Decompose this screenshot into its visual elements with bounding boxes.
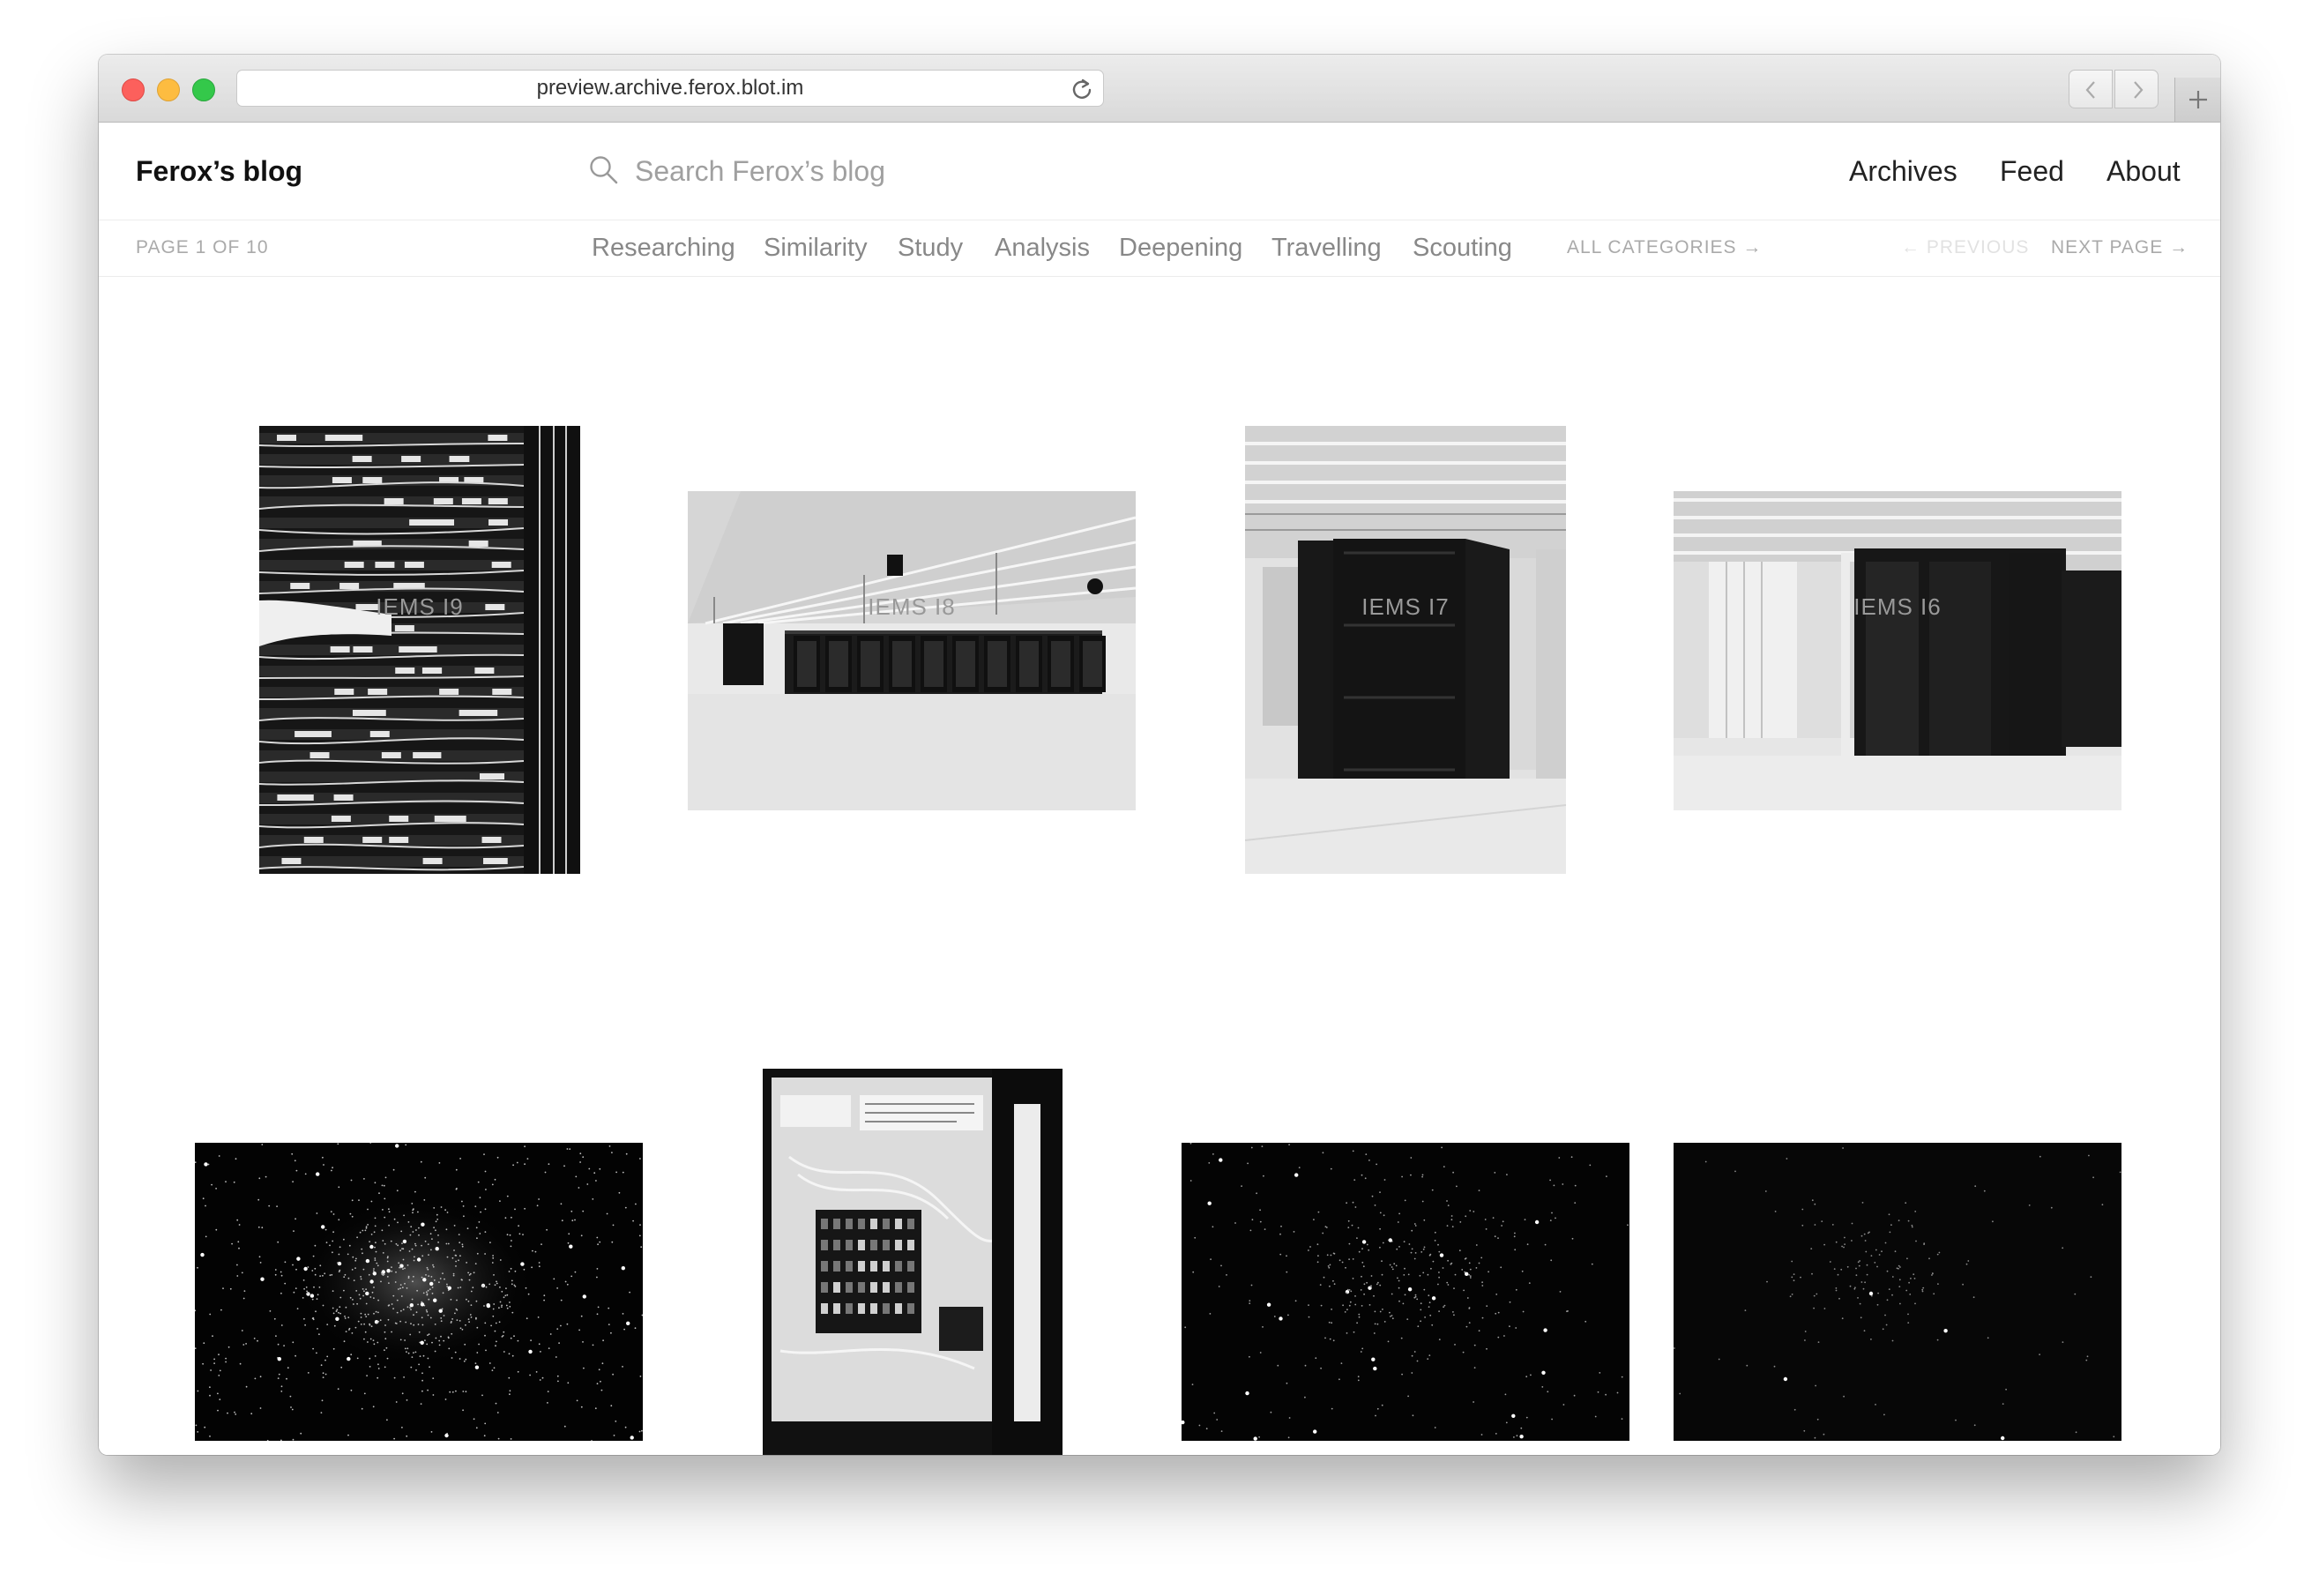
post-thumbnail-1[interactable] — [259, 426, 580, 874]
browser-window: preview.archive.ferox.blot.im Ferox’s bl… — [99, 55, 2220, 1455]
search-icon — [590, 156, 618, 184]
page-content: Ferox’s blog Archives Feed About PAGE 1 … — [99, 123, 2220, 1455]
next-page-link[interactable]: NEXT PAGE → — [2051, 220, 2189, 276]
server-hall-photo — [688, 491, 1136, 810]
post-thumbnail-5[interactable] — [195, 1143, 643, 1441]
nav-feed[interactable]: Feed — [2000, 123, 2064, 220]
plus-icon — [2189, 91, 2207, 108]
star-cluster-photo — [195, 1143, 643, 1441]
electrical-panel-photo — [763, 1069, 1063, 1455]
chevron-left-icon — [2085, 81, 2095, 99]
nav-archives[interactable]: Archives — [1849, 123, 1957, 220]
back-button[interactable] — [2069, 70, 2113, 108]
blog-title[interactable]: Ferox’s blog — [136, 123, 302, 220]
category-bar: PAGE 1 OF 10 Researching Similarity Stud… — [99, 220, 2220, 277]
dark-star-field-photo — [1674, 1143, 2121, 1441]
server-cabinets-photo — [1674, 491, 2121, 810]
post-title-1[interactable]: IEMS I9 — [259, 593, 580, 621]
all-categories-link[interactable]: ALL CATEGORIES → — [1567, 220, 1762, 276]
post-thumbnail-6[interactable] — [763, 1069, 1063, 1455]
post-title-4[interactable]: IEMS I6 — [1739, 593, 2056, 621]
new-tab-button[interactable] — [2174, 78, 2220, 122]
category-travelling[interactable]: Travelling — [1271, 220, 1382, 276]
category-researching[interactable]: Researching — [592, 220, 735, 276]
post-thumbnail-4[interactable] — [1674, 491, 2121, 810]
history-buttons — [2069, 70, 2160, 108]
forward-button[interactable] — [2114, 70, 2159, 108]
post-title-3[interactable]: IEMS I7 — [1245, 593, 1566, 621]
address-bar[interactable]: preview.archive.ferox.blot.im — [236, 70, 1104, 107]
chevron-right-icon — [2134, 81, 2144, 99]
category-deepening[interactable]: Deepening — [1119, 220, 1242, 276]
category-similarity[interactable]: Similarity — [764, 220, 868, 276]
page-indicator: PAGE 1 OF 10 — [136, 237, 269, 257]
cable-rack-photo — [259, 426, 580, 874]
server-cabinet-photo — [1245, 426, 1566, 874]
star-field-photo — [1182, 1143, 1629, 1441]
zoom-window-button[interactable] — [192, 78, 215, 101]
post-thumbnail-8[interactable] — [1674, 1143, 2121, 1441]
reload-icon[interactable] — [1068, 75, 1096, 103]
post-thumbnail-3[interactable] — [1245, 426, 1566, 874]
site-header: Ferox’s blog Archives Feed About — [99, 123, 2220, 220]
category-study[interactable]: Study — [898, 220, 963, 276]
close-window-button[interactable] — [122, 78, 145, 101]
browser-titlebar: preview.archive.ferox.blot.im — [99, 55, 2220, 123]
category-scouting[interactable]: Scouting — [1413, 220, 1512, 276]
nav-about[interactable]: About — [2106, 123, 2181, 220]
search-input[interactable] — [635, 153, 1093, 190]
address-url: preview.archive.ferox.blot.im — [536, 76, 804, 100]
previous-page-link: ← PREVIOUS — [1901, 237, 2030, 257]
minimize-window-button[interactable] — [157, 78, 180, 101]
post-thumbnail-2[interactable] — [688, 491, 1136, 810]
category-analysis[interactable]: Analysis — [995, 220, 1090, 276]
post-thumbnail-7[interactable] — [1182, 1143, 1629, 1441]
post-title-2[interactable]: IEMS I8 — [753, 593, 1070, 621]
